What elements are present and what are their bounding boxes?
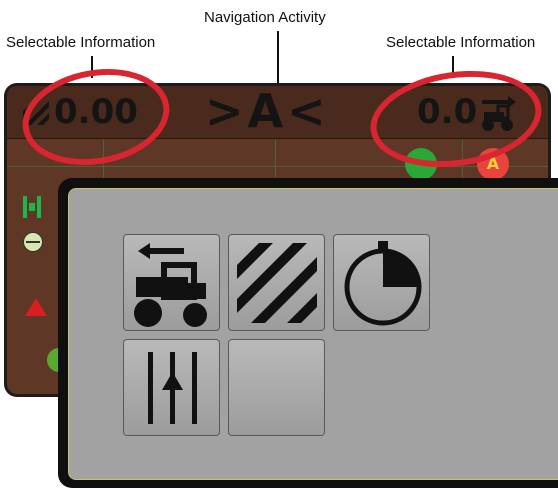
- boom-status-icon: [23, 232, 43, 252]
- navigation-activity: >A<: [205, 86, 330, 138]
- callout-selectable-information-right: Selectable Information: [386, 34, 536, 51]
- applied-area-icon: [237, 243, 317, 323]
- guideline-icon: [148, 352, 197, 424]
- vehicle-reverse-icon: [134, 243, 207, 327]
- callout-navigation-activity: Navigation Activity: [204, 9, 326, 26]
- grid-line: [7, 166, 548, 167]
- callout-selectable-information-left: Selectable Information: [6, 34, 156, 51]
- timer-icon: [344, 241, 422, 326]
- applied-area-tile[interactable]: [228, 234, 325, 331]
- warning-triangle-icon: [25, 298, 47, 316]
- selection-panel-body: [68, 188, 558, 480]
- callout-leader-center: [277, 31, 279, 83]
- empty-tile[interactable]: [228, 339, 325, 436]
- selection-panel: [58, 178, 558, 488]
- vehicle-reverse-tile[interactable]: [123, 234, 220, 331]
- guideline-tile[interactable]: [123, 339, 220, 436]
- timer-tile[interactable]: [333, 234, 430, 331]
- implement-icon: [23, 196, 41, 218]
